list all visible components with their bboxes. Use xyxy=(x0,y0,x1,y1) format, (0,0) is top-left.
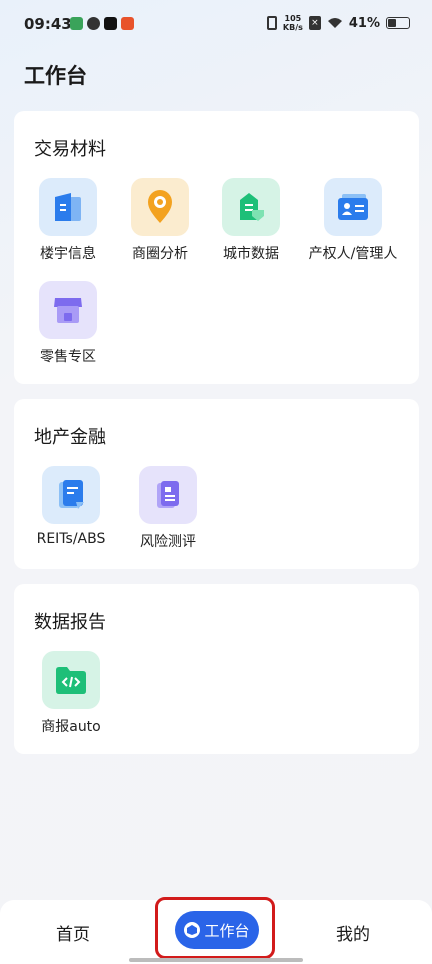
clock: 09:43 xyxy=(24,15,72,33)
section-title: 数据报告 xyxy=(34,612,106,633)
item-label: 零售专区 xyxy=(40,349,96,365)
section-data-reports: 数据报告 商报auto xyxy=(14,584,419,754)
id-card-icon xyxy=(324,178,382,236)
section-title: 地产金融 xyxy=(34,427,106,448)
no-sim-icon: × xyxy=(308,16,321,30)
app-badge-icon xyxy=(121,17,134,30)
wechat-icon xyxy=(87,17,100,30)
battery-icon xyxy=(386,17,410,29)
tab-workbench[interactable]: 工作台 xyxy=(175,911,259,949)
status-bar: 09:43 105 KB/s × 41% xyxy=(0,0,432,50)
building-info-icon xyxy=(39,178,97,236)
item-risk-assessment[interactable]: 风险测评 xyxy=(118,466,218,551)
workbench-icon xyxy=(184,922,201,938)
item-label: 风险测评 xyxy=(140,534,196,550)
city-data-icon xyxy=(222,178,280,236)
system-icons: 105 KB/s × 41% xyxy=(266,14,410,32)
wifi-icon xyxy=(327,18,342,28)
item-city-data[interactable]: 城市数据 xyxy=(201,178,301,263)
section-title: 交易材料 xyxy=(34,139,106,160)
item-owner-manager[interactable]: 产权人/管理人 xyxy=(303,178,403,263)
page-title: 工作台 xyxy=(24,64,87,88)
item-label: 产权人/管理人 xyxy=(308,246,398,262)
tab-home[interactable]: 首页 xyxy=(56,920,90,945)
item-label: 楼宇信息 xyxy=(40,246,96,262)
item-reits-abs[interactable]: REITs/ABS xyxy=(21,466,121,547)
document-icon xyxy=(42,466,100,524)
bottom-navigation: 首页 工作台 我的 xyxy=(0,900,432,964)
notification-icons xyxy=(70,17,134,30)
battery-percentage: 41% xyxy=(348,15,380,31)
item-label: REITs/ABS xyxy=(36,531,106,547)
tab-mine[interactable]: 我的 xyxy=(336,920,370,945)
store-icon xyxy=(39,281,97,339)
app-notification-icon xyxy=(70,17,83,30)
report-icon xyxy=(139,466,197,524)
section-real-estate-finance: 地产金融 REITs/ABS 风险测评 xyxy=(14,399,419,569)
network-speed: 105 KB/s xyxy=(282,14,303,32)
item-retail-zone[interactable]: 零售专区 xyxy=(18,281,118,366)
section-trading-materials: 交易材料 楼宇信息 商圈分析 城市数据 产权人/管理人 零售专区 xyxy=(14,111,419,384)
tab-workbench-label: 工作台 xyxy=(204,921,250,940)
code-folder-icon xyxy=(42,651,100,709)
item-label: 商报auto xyxy=(41,719,101,735)
tiktok-icon xyxy=(104,17,117,30)
item-label: 商圈分析 xyxy=(132,246,188,262)
item-business-report-auto[interactable]: 商报auto xyxy=(21,651,121,736)
item-building-info[interactable]: 楼宇信息 xyxy=(18,178,118,263)
location-pin-icon xyxy=(131,178,189,236)
home-indicator[interactable] xyxy=(129,958,303,962)
item-label: 城市数据 xyxy=(223,246,279,262)
vibrate-icon xyxy=(266,16,277,30)
item-business-district[interactable]: 商圈分析 xyxy=(110,178,210,263)
